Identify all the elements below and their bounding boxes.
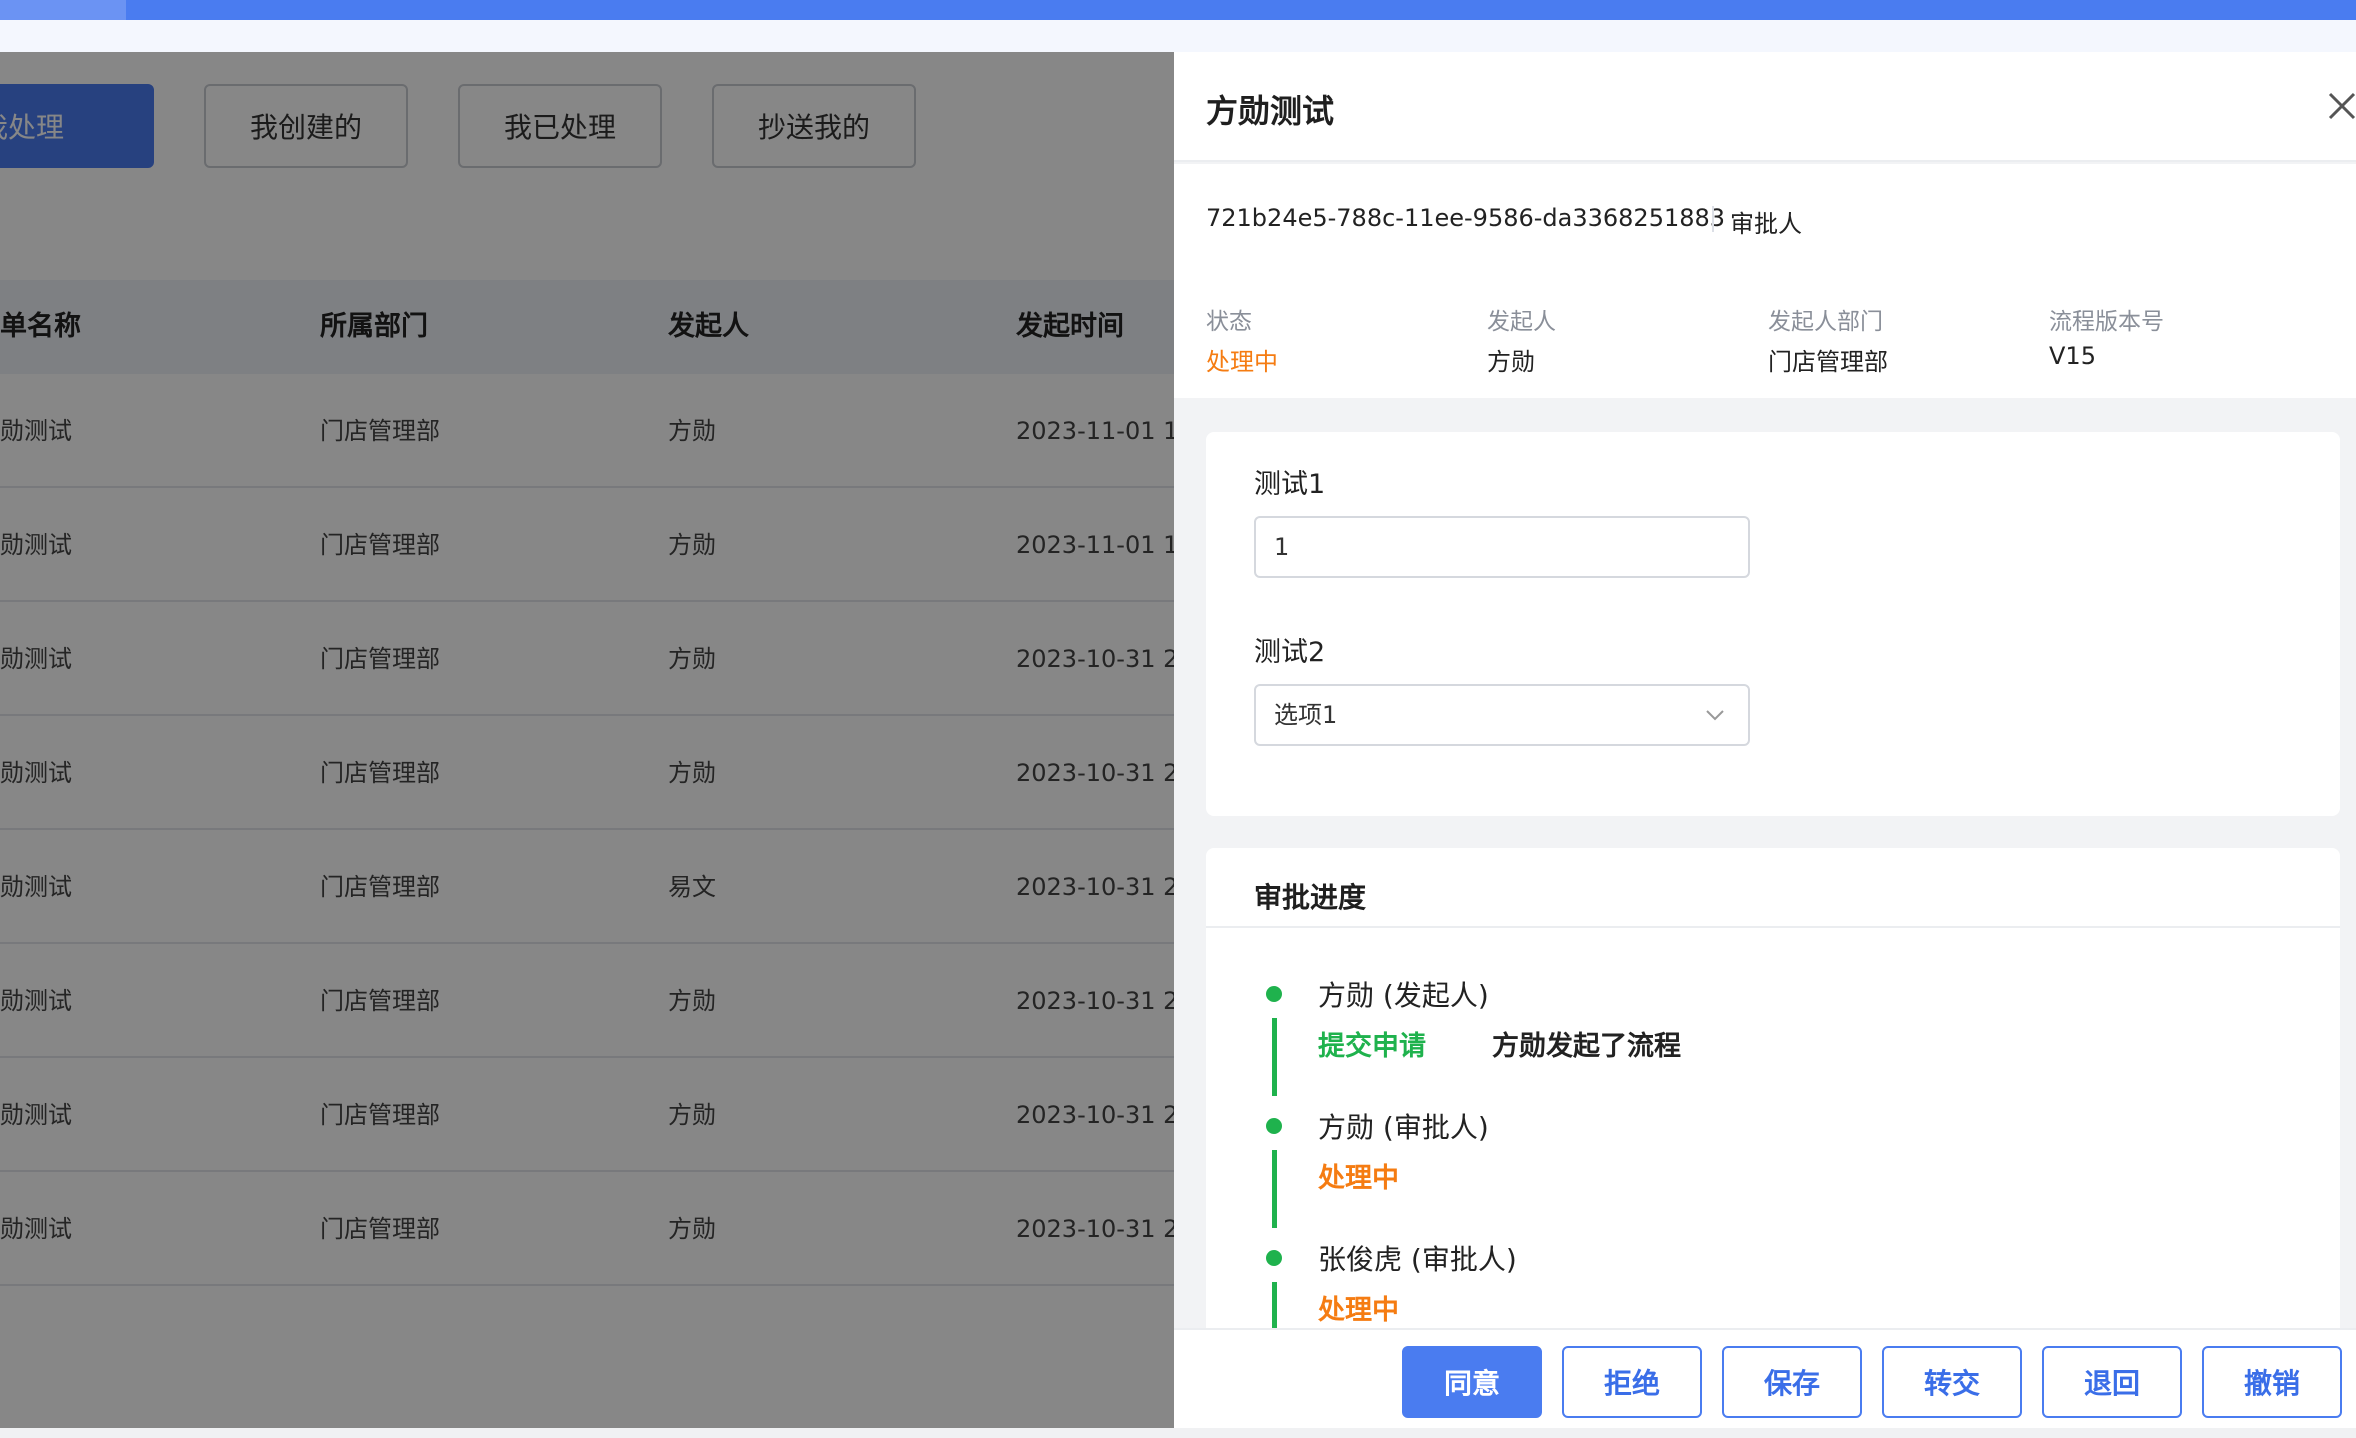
version-value: V15 — [2049, 342, 2096, 370]
page-bottom-strip — [0, 1428, 2356, 1438]
close-icon[interactable] — [2324, 88, 2356, 124]
field1-input[interactable]: 1 — [1254, 516, 1750, 578]
step1-name: 方勋 (发起人) — [1318, 979, 1489, 1012]
drawer-title: 方勋测试 — [1206, 92, 1335, 130]
form-card: 测试1 1 测试2 选项1 — [1206, 432, 2340, 816]
field2-value: 选项1 — [1274, 701, 1338, 729]
timeline-line — [1272, 1018, 1277, 1096]
top-nav-bar — [0, 0, 2356, 20]
status-value: 处理中 — [1206, 348, 1278, 376]
step3-name: 张俊虎 (审批人) — [1318, 1243, 1517, 1276]
process-info: 721b24e5-788c-11ee-9586-da3368251883 审批人… — [1174, 164, 2356, 398]
transfer-button[interactable]: 转交 — [1882, 1346, 2022, 1418]
process-id: 721b24e5-788c-11ee-9586-da3368251883 — [1206, 204, 1726, 232]
current-role: 审批人 — [1730, 210, 1802, 238]
drawer-header: 方勋测试 — [1174, 52, 2356, 162]
step3-status: 处理中 — [1318, 1295, 1399, 1326]
reject-button[interactable]: 拒绝 — [1562, 1346, 1702, 1418]
step1-desc: 方勋发起了流程 — [1492, 1031, 1681, 1062]
chevron-down-icon — [1706, 710, 1724, 721]
timeline-line — [1272, 1150, 1277, 1228]
version-label: 流程版本号 — [2049, 309, 2164, 335]
detail-drawer: 方勋测试 721b24e5-788c-11ee-9586-da336825188… — [1174, 52, 2356, 1428]
drawer-footer: 同意 拒绝 保存 转交 退回 撤销 — [1174, 1328, 2356, 1428]
field1-value: 1 — [1274, 533, 1290, 561]
approval-progress-card: 审批进度 方勋 (发起人) 提交申请 方勋发起了流程 方勋 (审批人) 处理中 … — [1206, 848, 2340, 1348]
status-label: 状态 — [1206, 309, 1252, 335]
step2-status: 处理中 — [1318, 1163, 1399, 1194]
timeline-dot-icon — [1266, 986, 1282, 1002]
divider — [1206, 926, 2340, 928]
revoke-button[interactable]: 撤销 — [2202, 1346, 2342, 1418]
top-nav-active-segment[interactable] — [0, 0, 126, 20]
field1-label: 测试1 — [1254, 469, 1326, 500]
initiator-label: 发起人 — [1487, 309, 1556, 335]
approve-button[interactable]: 同意 — [1402, 1346, 1542, 1418]
initiator-dept-label: 发起人部门 — [1768, 309, 1883, 335]
field2-select[interactable]: 选项1 — [1254, 684, 1750, 746]
save-button[interactable]: 保存 — [1722, 1346, 1862, 1418]
progress-title: 审批进度 — [1254, 881, 1367, 914]
timeline-dot-icon — [1266, 1250, 1282, 1266]
initiator-value: 方勋 — [1487, 348, 1535, 376]
step2-name: 方勋 (审批人) — [1318, 1111, 1489, 1144]
timeline-dot-icon — [1266, 1118, 1282, 1134]
return-button[interactable]: 退回 — [2042, 1346, 2182, 1418]
step1-status: 提交申请 — [1318, 1031, 1426, 1062]
divider — [1712, 206, 1714, 232]
modal-overlay[interactable] — [0, 52, 1174, 1428]
sub-nav-bar — [0, 20, 2356, 52]
initiator-dept-value: 门店管理部 — [1768, 348, 1888, 376]
field2-label: 测试2 — [1254, 637, 1326, 668]
